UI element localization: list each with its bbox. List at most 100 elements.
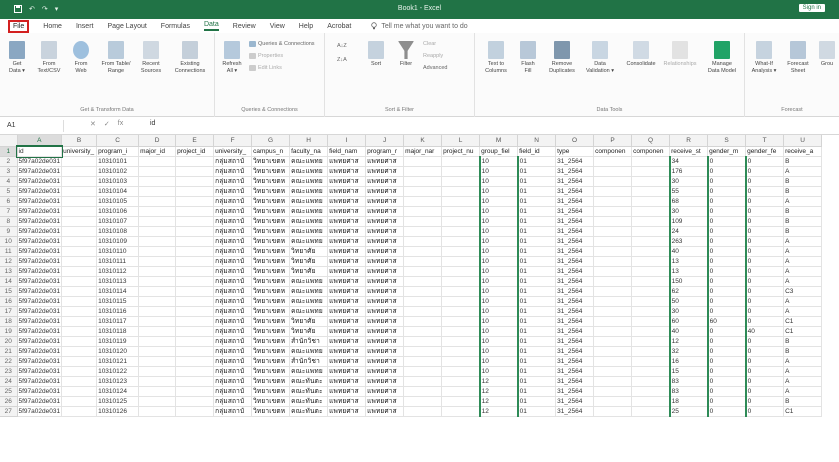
cell[interactable]: 50 — [668, 296, 709, 307]
cell[interactable]: 0 — [744, 276, 785, 287]
column-header-t[interactable]: T — [745, 135, 785, 147]
cell[interactable]: C3 — [783, 286, 823, 297]
cell[interactable]: แพทยศาส — [327, 196, 367, 207]
tab-insert[interactable]: Insert — [76, 23, 94, 30]
cell[interactable]: กลุ่มสถาบั — [213, 186, 253, 197]
column-header-e[interactable]: E — [175, 135, 215, 147]
cell[interactable] — [403, 306, 443, 317]
cell[interactable] — [631, 376, 671, 387]
cell[interactable]: แพทยศาส — [327, 296, 367, 307]
cell[interactable]: 0 — [744, 246, 785, 257]
cell[interactable] — [403, 266, 443, 277]
cell[interactable] — [61, 406, 98, 417]
cell[interactable]: 10 — [478, 206, 519, 217]
cell[interactable]: A — [783, 236, 823, 247]
row-header[interactable]: 24 — [0, 376, 18, 387]
cell[interactable]: 5f97a02de031 — [17, 256, 63, 267]
cell[interactable] — [631, 156, 671, 167]
cell[interactable]: 01 — [516, 306, 557, 317]
cell[interactable] — [61, 226, 98, 237]
cell[interactable]: 0 — [706, 186, 747, 197]
cell[interactable]: แพทยศาส — [365, 246, 405, 257]
cell[interactable] — [441, 286, 481, 297]
cell[interactable]: 10 — [478, 176, 519, 187]
cell[interactable]: 01 — [516, 386, 557, 397]
cell[interactable]: แพทยศาส — [327, 376, 367, 387]
sort-az-button[interactable]: A↓Z — [337, 43, 347, 49]
cell[interactable]: 0 — [706, 406, 747, 417]
cell[interactable] — [441, 176, 481, 187]
cell[interactable]: คณะแพทย — [289, 296, 329, 307]
cell[interactable] — [61, 376, 98, 387]
cell[interactable]: 01 — [516, 216, 557, 227]
cell[interactable]: วิทยาศัย — [289, 246, 329, 257]
cell[interactable] — [403, 196, 443, 207]
row-header[interactable]: 15 — [0, 286, 18, 297]
cell[interactable]: 0 — [744, 346, 785, 357]
cell[interactable]: วิทยาเขตห — [251, 386, 291, 397]
cell[interactable] — [403, 406, 443, 417]
cell[interactable]: 31_2564 — [555, 396, 595, 407]
cell[interactable]: 31_2564 — [555, 266, 595, 277]
cell[interactable] — [441, 336, 481, 347]
cell[interactable]: 0 — [744, 286, 785, 297]
cell[interactable]: C1 — [783, 316, 823, 327]
properties-button[interactable]: Properties — [249, 53, 283, 59]
cell[interactable]: 10 — [478, 256, 519, 267]
cell[interactable] — [138, 286, 177, 297]
cell[interactable]: แพทยศาส — [365, 186, 405, 197]
cell[interactable]: A — [783, 376, 823, 387]
cell[interactable]: แพทยศาส — [365, 206, 405, 217]
cell[interactable] — [175, 216, 215, 227]
cell[interactable]: แพทยศาส — [365, 286, 405, 297]
cell[interactable]: วิทยาเขตห — [251, 166, 291, 177]
cell[interactable] — [403, 216, 443, 227]
cell[interactable]: 31_2564 — [555, 286, 595, 297]
cell[interactable]: 10 — [478, 216, 519, 227]
cell[interactable] — [403, 206, 443, 217]
cell[interactable]: 16 — [668, 356, 709, 367]
cell[interactable] — [61, 176, 98, 187]
cell[interactable] — [61, 156, 98, 167]
cell[interactable]: campus_n — [251, 146, 291, 157]
cell[interactable]: คณะทันตะ — [289, 386, 329, 397]
cell[interactable]: 0 — [744, 316, 785, 327]
cell[interactable]: 0 — [744, 216, 785, 227]
cell[interactable]: กลุ่มสถาบั — [213, 406, 253, 417]
cell[interactable] — [138, 156, 177, 167]
cell[interactable]: B — [783, 396, 823, 407]
cell[interactable] — [403, 346, 443, 357]
cell[interactable]: 01 — [516, 356, 557, 367]
cell[interactable]: 34 — [668, 156, 709, 167]
cell[interactable] — [593, 376, 633, 387]
cell[interactable]: 10310101 — [96, 156, 140, 167]
cell[interactable]: 5f97a02de031 — [17, 306, 63, 317]
cell[interactable]: กลุ่มสถาบั — [213, 246, 253, 257]
cell[interactable] — [593, 276, 633, 287]
relationships-button[interactable]: Relationships — [661, 41, 699, 68]
cell[interactable] — [441, 306, 481, 317]
cell[interactable]: 10 — [478, 326, 519, 337]
cell[interactable]: วิทยาเขตห — [251, 236, 291, 247]
cell[interactable]: 10 — [478, 296, 519, 307]
cell[interactable] — [403, 376, 443, 387]
cell[interactable]: 5f97a02de031 — [17, 156, 63, 167]
cell[interactable]: 62 — [668, 286, 709, 297]
data-validation-button[interactable]: Data Validation ▾ — [583, 41, 617, 75]
cell[interactable]: 176 — [668, 166, 709, 177]
cell[interactable] — [175, 176, 215, 187]
cell[interactable]: กลุ่มสถาบั — [213, 166, 253, 177]
cell[interactable] — [403, 236, 443, 247]
cell[interactable]: 01 — [516, 346, 557, 357]
cell[interactable]: กลุ่มสถาบั — [213, 326, 253, 337]
cell[interactable]: 0 — [706, 386, 747, 397]
from-text-csv-button[interactable]: From Text/CSV — [36, 41, 62, 75]
cell[interactable]: C1 — [783, 326, 823, 337]
row-header[interactable]: 14 — [0, 276, 18, 287]
cell[interactable]: วิทยาเขตห — [251, 366, 291, 377]
cell[interactable]: 31_2564 — [555, 356, 595, 367]
cell[interactable] — [138, 206, 177, 217]
cell[interactable] — [593, 236, 633, 247]
cell[interactable]: 10310118 — [96, 326, 140, 337]
cell[interactable]: 30 — [668, 206, 709, 217]
